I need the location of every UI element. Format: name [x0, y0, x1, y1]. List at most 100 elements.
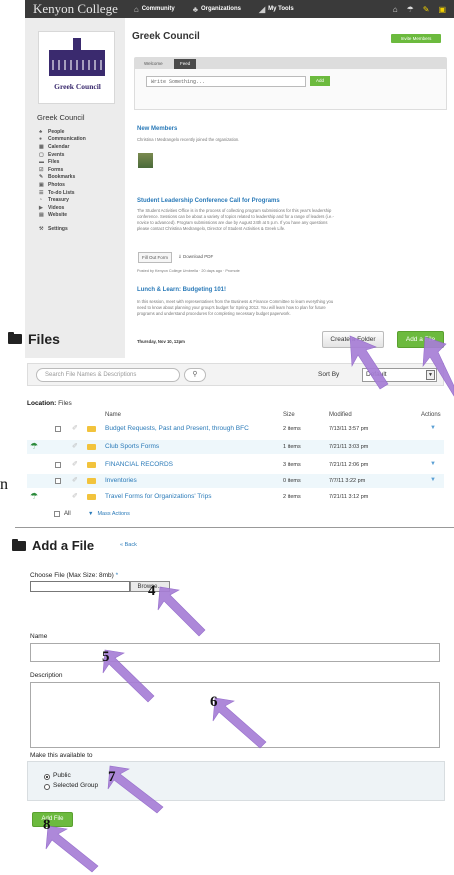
sidebar-item-people[interactable]: ♣ People	[39, 128, 86, 136]
choose-file-label: Choose File (Max Size: 8mb) *	[30, 572, 119, 579]
sort-select[interactable]: Default ▼	[362, 368, 437, 382]
stray-letter: n	[0, 476, 8, 493]
folder-icon	[12, 538, 26, 551]
step-number-4: 4	[148, 583, 156, 599]
pin-icon[interactable]: ✐	[72, 492, 78, 500]
umbrella-icon[interactable]: ☂	[407, 5, 414, 14]
slc-heading[interactable]: Student Leadership Conference Call for P…	[137, 198, 280, 204]
table-row[interactable]: ☂ ✐ Club Sports Forms 1 items 7/21/11 3:…	[27, 440, 444, 454]
sidebar-item-bookmarks[interactable]: ✎ Bookmarks	[39, 174, 86, 182]
folder-icon	[87, 444, 96, 450]
download-pdf-link[interactable]: ⇓ Download PDF	[178, 254, 213, 260]
public-radio[interactable]	[44, 774, 50, 780]
top-navigation-bar: Kenyon College ⌂ Community ♣ Organizations…	[25, 0, 454, 18]
pin-icon[interactable]: ✐	[72, 424, 78, 432]
pin-icon[interactable]: ✐	[72, 442, 78, 450]
lunch-heading[interactable]: Lunch & Learn: Budgeting 101!	[137, 287, 226, 293]
search-input[interactable]: Search File Names & Descriptions	[36, 368, 180, 382]
nav-community[interactable]: ⌂ Community	[134, 5, 175, 14]
clock-icon: ◔	[39, 197, 43, 204]
pencil-icon[interactable]: ✎	[423, 5, 430, 14]
bank-icon[interactable]: ⌂	[393, 5, 398, 14]
file-path-field[interactable]	[30, 581, 130, 592]
row-actions-chevron-icon[interactable]: ▼	[430, 477, 436, 483]
sidebar-item-treasury[interactable]: ◔ Treasury	[39, 196, 86, 204]
site-brand[interactable]: Kenyon College	[33, 1, 118, 17]
files-icon: ▬	[39, 159, 44, 166]
row-actions-chevron-icon[interactable]: ▼	[430, 425, 436, 431]
step-number-6: 6	[210, 694, 218, 710]
table-row[interactable]: ✐ Budget Requests, Past and Present, thr…	[27, 422, 444, 436]
description-field[interactable]	[30, 682, 440, 748]
column-actions: Actions	[421, 412, 441, 418]
table-row[interactable]: ✐ Inventories 0 items 7/7/11 3:22 pm ▼	[27, 474, 444, 488]
fill-out-form-button[interactable]: Fill Out Form	[138, 252, 172, 263]
member-avatar[interactable]	[138, 153, 153, 168]
sidebar-item-calendar[interactable]: ▦ Calendar	[39, 143, 86, 151]
table-row[interactable]: ✐ FINANCIAL RECORDS 3 items 7/21/11 2:06…	[27, 458, 444, 472]
sidebar-item-events[interactable]: ▢ Events	[39, 151, 86, 159]
pin-icon[interactable]: ✐	[72, 460, 78, 468]
mass-actions-menu[interactable]: ▼ Mass Actions	[88, 510, 134, 517]
invite-members-button[interactable]: Invite Members	[391, 34, 441, 43]
group-icon: ♣	[192, 4, 198, 14]
post-add-button[interactable]: Add	[310, 76, 330, 86]
description-label: Description	[30, 672, 63, 679]
post-input[interactable]: Write Something...	[146, 76, 306, 87]
sort-label: Sort By	[318, 371, 340, 378]
create-folder-button[interactable]: Create a Folder	[322, 331, 384, 348]
column-size[interactable]: Size	[283, 412, 295, 418]
sidebar-item-settings[interactable]: ⚒ Settings	[39, 225, 86, 233]
sidebar-item-todo[interactable]: ☰ To-do Lists	[39, 189, 86, 197]
add-file-heading: Add a File	[12, 538, 94, 553]
communication-icon: ●	[39, 136, 43, 143]
name-field[interactable]	[30, 643, 440, 662]
feed-tabs: Welcome Feed	[134, 57, 447, 69]
video-icon: ▶	[39, 204, 43, 211]
folder-icon	[87, 426, 96, 432]
step-number-8: 8	[43, 817, 51, 833]
building-icon	[49, 38, 105, 76]
select-all-checkbox[interactable]	[54, 511, 60, 517]
tab-feed[interactable]: Feed	[174, 59, 197, 69]
new-members-heading[interactable]: New Members	[137, 126, 177, 132]
add-file-submit-button[interactable]: Add File	[32, 812, 73, 827]
lunch-text: In this session, meet with representativ…	[137, 299, 334, 316]
row-checkbox[interactable]	[55, 462, 61, 468]
row-checkbox[interactable]	[55, 426, 61, 432]
pin-icon[interactable]: ✐	[72, 476, 78, 484]
selected-group-radio[interactable]	[44, 784, 50, 790]
lunch-date: Thursday, Nov 10, 12pm	[137, 339, 185, 344]
forms-icon: ☑	[39, 166, 44, 173]
column-modified[interactable]: Modified	[329, 412, 352, 418]
sidebar-item-videos[interactable]: ▶ Videos	[39, 204, 86, 212]
photos-icon: ▣	[39, 181, 44, 188]
post-box: Write Something... Add	[134, 69, 447, 110]
step-number-5: 5	[102, 649, 110, 665]
selected-group-label[interactable]: Selected Group	[53, 782, 98, 789]
wrench-icon: ⚒	[39, 225, 44, 232]
sidebar-item-photos[interactable]: ▣ Photos	[39, 181, 86, 189]
sidebar-item-website[interactable]: ▤ Website	[39, 212, 86, 220]
sidebar-item-forms[interactable]: ☑ Forms	[39, 166, 86, 174]
file-search-bar: Search File Names & Descriptions ⚲ Sort …	[27, 363, 444, 386]
tab-welcome[interactable]: Welcome	[138, 59, 169, 69]
new-members-text: Christina I Medrangelo recently joined t…	[137, 137, 240, 142]
availability-label: Make this available to	[30, 752, 93, 759]
folder-icon[interactable]: ▣	[438, 5, 446, 14]
sidebar-item-files[interactable]: ▬ Files	[39, 158, 86, 166]
search-icon[interactable]: ⚲	[184, 368, 206, 382]
row-checkbox[interactable]	[55, 478, 61, 484]
back-link[interactable]: « Back	[120, 542, 137, 548]
folder-icon	[8, 332, 22, 344]
public-label[interactable]: Public	[53, 772, 71, 779]
add-file-button[interactable]: Add a File	[397, 331, 444, 348]
nav-my-tools[interactable]: ◢ My Tools	[259, 5, 294, 14]
nav-organizations[interactable]: ♣ Organizations	[193, 5, 241, 14]
sidebar-item-communication[interactable]: ● Communication	[39, 136, 86, 144]
column-name[interactable]: Name	[105, 412, 121, 418]
table-row[interactable]: ☂ ✐ Travel Forms for Organizations' Trip…	[27, 490, 444, 504]
tools-icon: ◢	[258, 4, 266, 14]
org-sidebar: Greek Council Greek Council ♣ People ● Com…	[25, 18, 125, 358]
row-actions-chevron-icon[interactable]: ▼	[430, 461, 436, 467]
